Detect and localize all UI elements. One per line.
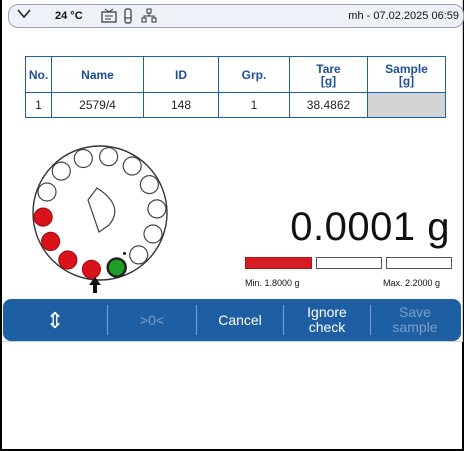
cell-grp: 1	[218, 92, 290, 118]
min-tolerance-label: Min. 1.8000 g	[245, 278, 300, 288]
carousel-slot	[106, 257, 127, 278]
column-header-no: No.	[25, 56, 52, 93]
user-datetime: mh - 07.02.2025 06:59	[348, 10, 459, 22]
carousel-slot	[33, 207, 53, 227]
calibration-icon	[123, 8, 133, 29]
navigate-button[interactable]: ⇕	[3, 299, 107, 341]
cell-sample	[367, 92, 446, 118]
carousel-slot	[129, 245, 149, 265]
carousel-slot	[143, 224, 163, 244]
network-icon	[141, 8, 157, 28]
carousel-slot	[58, 250, 78, 270]
weight-display: 0.0001 g	[290, 205, 450, 250]
current-position-marker	[123, 252, 126, 255]
table-row[interactable]: 1 2579/4 148 1 38.4862	[25, 92, 446, 118]
sample-table: No. Name ID Grp. Tare [g] Sample [g] 1 2…	[25, 56, 446, 118]
carousel-slot	[73, 148, 93, 169]
temperature-readout: 24 °C	[55, 10, 83, 22]
table-header-row: No. Name ID Grp. Tare [g] Sample [g]	[25, 56, 446, 93]
carousel-slot	[51, 161, 71, 181]
status-bar: 24 °C mh - 07.02.2025 06:59	[8, 4, 464, 28]
carousel-slot	[37, 182, 57, 202]
ignore-check-button[interactable]: Ignore check	[284, 299, 370, 341]
column-header-grp: Grp.	[218, 56, 290, 93]
chevron-down-icon[interactable]	[17, 7, 31, 24]
sample-carousel	[32, 145, 168, 281]
cell-name: 2579/4	[51, 92, 144, 118]
tolerance-bar-current	[245, 257, 312, 269]
cell-id: 148	[143, 92, 219, 118]
weight-value: 0.0001	[290, 205, 416, 249]
column-header-tare: Tare [g]	[289, 56, 368, 93]
carousel-slot	[98, 147, 119, 167]
carousel-slot	[147, 199, 167, 219]
balance-screen: 24 °C mh - 07.02.2025 06:59 No. Name ID …	[2, 0, 464, 342]
tolerance-bar-over	[386, 257, 452, 269]
thermometer-icon	[101, 8, 117, 28]
carousel-slot	[139, 174, 160, 195]
tare-button[interactable]: >0<	[108, 299, 196, 341]
updown-arrow-icon: ⇕	[45, 307, 65, 333]
carousel-slot	[122, 156, 142, 176]
carousel-slot	[41, 231, 61, 252]
cell-no: 1	[25, 92, 52, 118]
action-bar: ⇕ >0< Cancel Ignore check Save sample	[3, 299, 461, 341]
max-tolerance-label: Max. 2.2000 g	[383, 278, 441, 288]
column-header-name: Name	[51, 56, 144, 93]
weight-unit: g	[427, 205, 450, 249]
arrow-up-icon	[88, 276, 102, 299]
save-sample-button[interactable]: Save sample	[371, 299, 459, 341]
column-header-id: ID	[143, 56, 219, 93]
column-header-sample: Sample [g]	[367, 56, 446, 93]
tolerance-bar-target	[316, 257, 382, 269]
cell-tare: 38.4862	[289, 92, 368, 118]
cancel-button[interactable]: Cancel	[197, 299, 283, 341]
